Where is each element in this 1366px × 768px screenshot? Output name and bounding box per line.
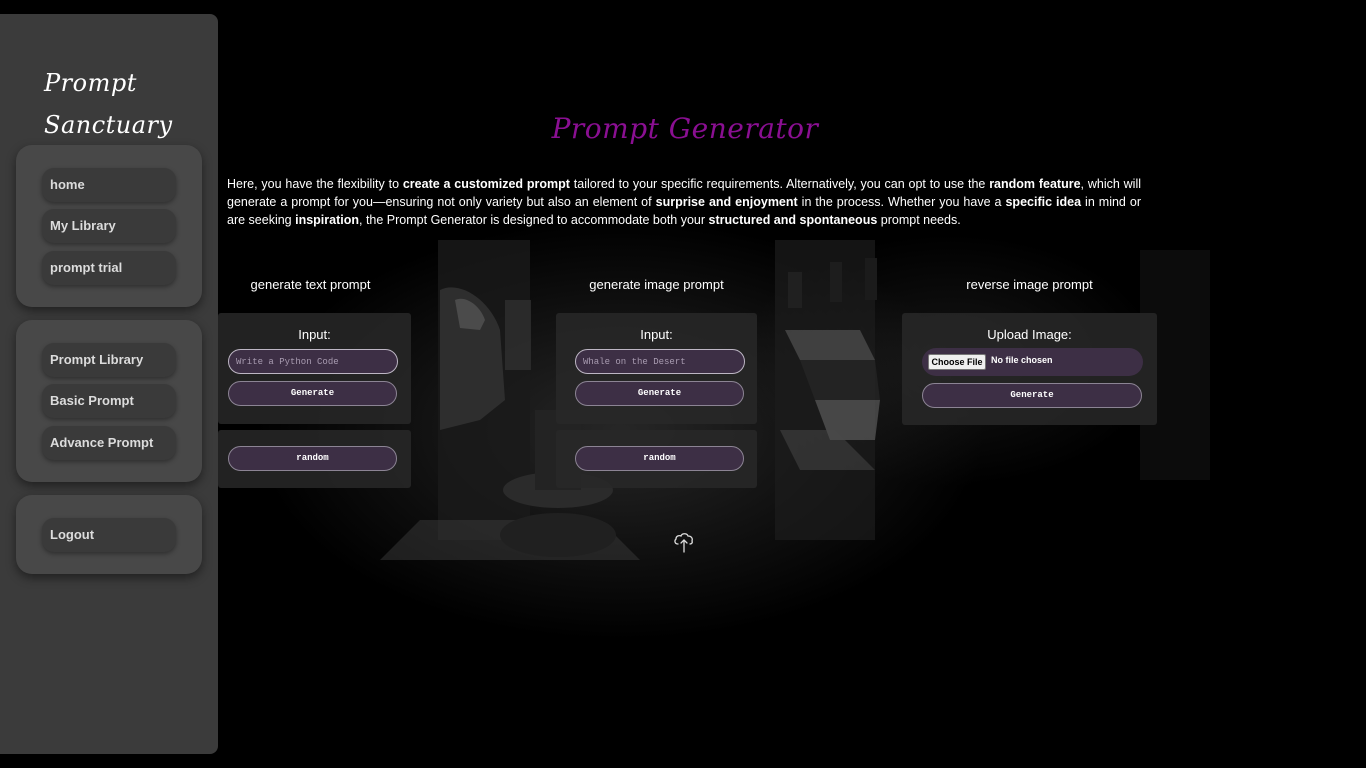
- text-prompt-input[interactable]: [228, 349, 398, 374]
- image-random-button[interactable]: random: [575, 446, 744, 471]
- intro-paragraph: Here, you have the flexibility to create…: [227, 177, 1141, 227]
- file-upload-field: Choose File No file chosen: [922, 348, 1143, 376]
- reverse-generate-button[interactable]: Generate: [922, 383, 1142, 408]
- text-input-label: Input:: [298, 327, 331, 342]
- reverse-prompt-card: Upload Image: Choose File No file chosen…: [902, 313, 1157, 425]
- text-prompt-card: Input: Generate: [218, 313, 411, 424]
- text-generate-button[interactable]: Generate: [228, 381, 397, 406]
- sidebar-item-advance-prompt[interactable]: Advance Prompt: [42, 426, 176, 460]
- sidebar-item-prompt-library[interactable]: Prompt Library: [42, 343, 176, 377]
- sidebar-item-my-library[interactable]: My Library: [42, 209, 176, 243]
- nav-group-account: Logout: [16, 495, 202, 574]
- file-status-text: No file chosen: [991, 355, 1053, 365]
- nav-group-prompts: Prompt Library Basic Prompt Advance Prom…: [16, 320, 202, 482]
- brand-logo[interactable]: Prompt Sanctuary: [44, 62, 194, 146]
- image-input-label: Input:: [640, 327, 673, 342]
- cloud-upload-icon[interactable]: [673, 530, 695, 554]
- image-prompt-input[interactable]: [575, 349, 745, 374]
- brand-line-1: Prompt: [44, 69, 137, 97]
- page-title: Prompt Generator: [551, 112, 819, 145]
- sidebar-item-prompt-trial[interactable]: prompt trial: [42, 251, 176, 285]
- sidebar: Prompt Sanctuary home My Library prompt …: [0, 14, 218, 754]
- image-generate-button[interactable]: Generate: [575, 381, 744, 406]
- image-prompt-heading: generate image prompt: [589, 277, 724, 292]
- text-random-button[interactable]: random: [228, 446, 397, 471]
- choose-file-button[interactable]: Choose File: [928, 354, 986, 370]
- logout-button[interactable]: Logout: [42, 518, 176, 552]
- text-random-card: random: [218, 430, 411, 488]
- sidebar-item-basic-prompt[interactable]: Basic Prompt: [42, 384, 176, 418]
- nav-group-main: home My Library prompt trial: [16, 145, 202, 307]
- brand-line-2: Sanctuary: [44, 111, 173, 139]
- reverse-prompt-heading: reverse image prompt: [966, 277, 1093, 292]
- sidebar-item-home[interactable]: home: [42, 168, 176, 202]
- image-prompt-card: Input: Generate: [556, 313, 757, 424]
- text-prompt-heading: generate text prompt: [250, 277, 371, 292]
- image-random-card: random: [556, 430, 757, 488]
- upload-image-label: Upload Image:: [987, 327, 1072, 342]
